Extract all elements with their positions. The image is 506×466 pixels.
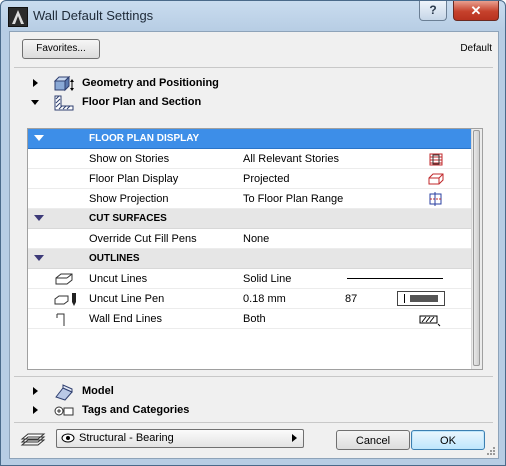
floor-plan-section-icon bbox=[53, 94, 75, 112]
setting-label: Floor Plan Display bbox=[89, 173, 179, 185]
group-header-label: OUTLINES bbox=[89, 253, 140, 264]
setting-row[interactable]: Floor Plan Display Projected bbox=[28, 169, 471, 189]
setting-label: Show Projection bbox=[89, 193, 169, 205]
section-label: Tags and Categories bbox=[82, 404, 190, 416]
wall-end-lines-icon[interactable] bbox=[418, 311, 441, 327]
divider bbox=[14, 376, 493, 377]
cancel-button[interactable]: Cancel bbox=[336, 430, 410, 450]
uncut-lines-icon bbox=[52, 271, 82, 287]
expand-arrow-icon[interactable] bbox=[33, 79, 38, 87]
eye-icon bbox=[61, 432, 75, 444]
setting-label: Uncut Line Pen bbox=[89, 293, 165, 305]
divider bbox=[14, 67, 493, 68]
layers-icon[interactable] bbox=[20, 430, 46, 446]
section-geometry-positioning[interactable]: Geometry and Positioning bbox=[10, 75, 498, 93]
line-type-preview[interactable] bbox=[347, 278, 443, 279]
tags-categories-icon bbox=[53, 402, 75, 420]
group-header-label: CUT SURFACES bbox=[89, 213, 167, 224]
setting-label: Uncut Lines bbox=[89, 273, 148, 285]
group-header-cut-surfaces[interactable]: CUT SURFACES bbox=[28, 209, 471, 229]
setting-label: Show on Stories bbox=[89, 153, 170, 165]
expand-arrow-icon[interactable] bbox=[33, 406, 38, 414]
wall-geometry-icon bbox=[53, 75, 75, 93]
setting-row[interactable]: Uncut Lines Solid Line bbox=[28, 269, 471, 289]
setting-row[interactable]: Show Projection To Floor Plan Range bbox=[28, 189, 471, 209]
stories-icon[interactable] bbox=[426, 151, 446, 167]
pen-number[interactable]: 87 bbox=[345, 293, 357, 305]
ok-button[interactable]: OK bbox=[411, 430, 485, 450]
pen-weight-mark bbox=[404, 294, 405, 303]
setting-value[interactable]: 0.18 mm bbox=[243, 293, 286, 305]
setting-row[interactable]: Wall End Lines Both bbox=[28, 309, 471, 329]
wall-end-icon bbox=[52, 311, 82, 327]
favorites-button[interactable]: Favorites... bbox=[22, 39, 100, 59]
setting-row[interactable]: Uncut Line Pen 0.18 mm 87 bbox=[28, 289, 471, 309]
setting-value[interactable]: All Relevant Stories bbox=[243, 153, 339, 165]
title-bar[interactable]: Wall Default Settings ? ✕ bbox=[1, 1, 505, 31]
section-model[interactable]: Model bbox=[10, 383, 498, 401]
collapse-arrow-icon[interactable] bbox=[31, 100, 39, 105]
setting-row[interactable]: Override Cut Fill Pens None bbox=[28, 229, 471, 249]
layer-select[interactable]: Structural - Bearing bbox=[56, 429, 304, 448]
section-tags-categories[interactable]: Tags and Categories bbox=[10, 402, 498, 420]
dialog-content: Favorites... Default Geometry and Positi… bbox=[9, 31, 499, 459]
window-title: Wall Default Settings bbox=[33, 8, 154, 23]
archicad-app-icon bbox=[8, 7, 28, 27]
projection-range-icon[interactable] bbox=[426, 191, 446, 207]
setting-value[interactable]: None bbox=[243, 233, 269, 245]
section-label: Geometry and Positioning bbox=[82, 77, 219, 89]
section-label: Floor Plan and Section bbox=[82, 96, 202, 108]
resize-grip-icon[interactable] bbox=[486, 446, 496, 456]
divider bbox=[14, 422, 493, 423]
help-button[interactable]: ? bbox=[419, 1, 447, 21]
scrollbar-thumb[interactable] bbox=[473, 130, 480, 366]
group-header-floor-plan-display[interactable]: FLOOR PLAN DISPLAY bbox=[28, 129, 471, 149]
setting-value[interactable]: Both bbox=[243, 313, 266, 325]
dropdown-arrow-icon bbox=[292, 434, 297, 442]
pen-color-bar bbox=[410, 295, 438, 302]
collapse-triangle-icon[interactable] bbox=[34, 255, 44, 261]
dialog-window: Wall Default Settings ? ✕ Favorites... D… bbox=[0, 0, 506, 466]
settings-panel: FLOOR PLAN DISPLAY Show on Stories All R… bbox=[27, 128, 483, 370]
setting-label: Override Cut Fill Pens bbox=[89, 233, 197, 245]
layer-select-value: Structural - Bearing bbox=[79, 432, 174, 444]
section-floor-plan[interactable]: Floor Plan and Section bbox=[10, 94, 498, 112]
collapse-triangle-icon[interactable] bbox=[34, 215, 44, 221]
setting-value[interactable]: To Floor Plan Range bbox=[243, 193, 343, 205]
setting-value[interactable]: Solid Line bbox=[243, 273, 291, 285]
model-icon bbox=[53, 383, 75, 401]
group-header-outlines[interactable]: OUTLINES bbox=[28, 249, 471, 269]
setting-label: Wall End Lines bbox=[89, 313, 162, 325]
setting-row[interactable]: Show on Stories All Relevant Stories bbox=[28, 149, 471, 169]
setting-value[interactable]: Projected bbox=[243, 173, 289, 185]
collapse-triangle-icon[interactable] bbox=[34, 135, 44, 141]
panel-scrollbar[interactable] bbox=[471, 129, 482, 369]
pen-icon bbox=[52, 291, 82, 307]
section-label: Model bbox=[82, 385, 114, 397]
expand-arrow-icon[interactable] bbox=[33, 387, 38, 395]
projected-icon[interactable] bbox=[426, 171, 446, 187]
pen-color-swatch[interactable] bbox=[397, 291, 445, 306]
group-header-label: FLOOR PLAN DISPLAY bbox=[89, 133, 200, 144]
close-button[interactable]: ✕ bbox=[453, 1, 499, 21]
default-label: Default bbox=[460, 43, 492, 54]
